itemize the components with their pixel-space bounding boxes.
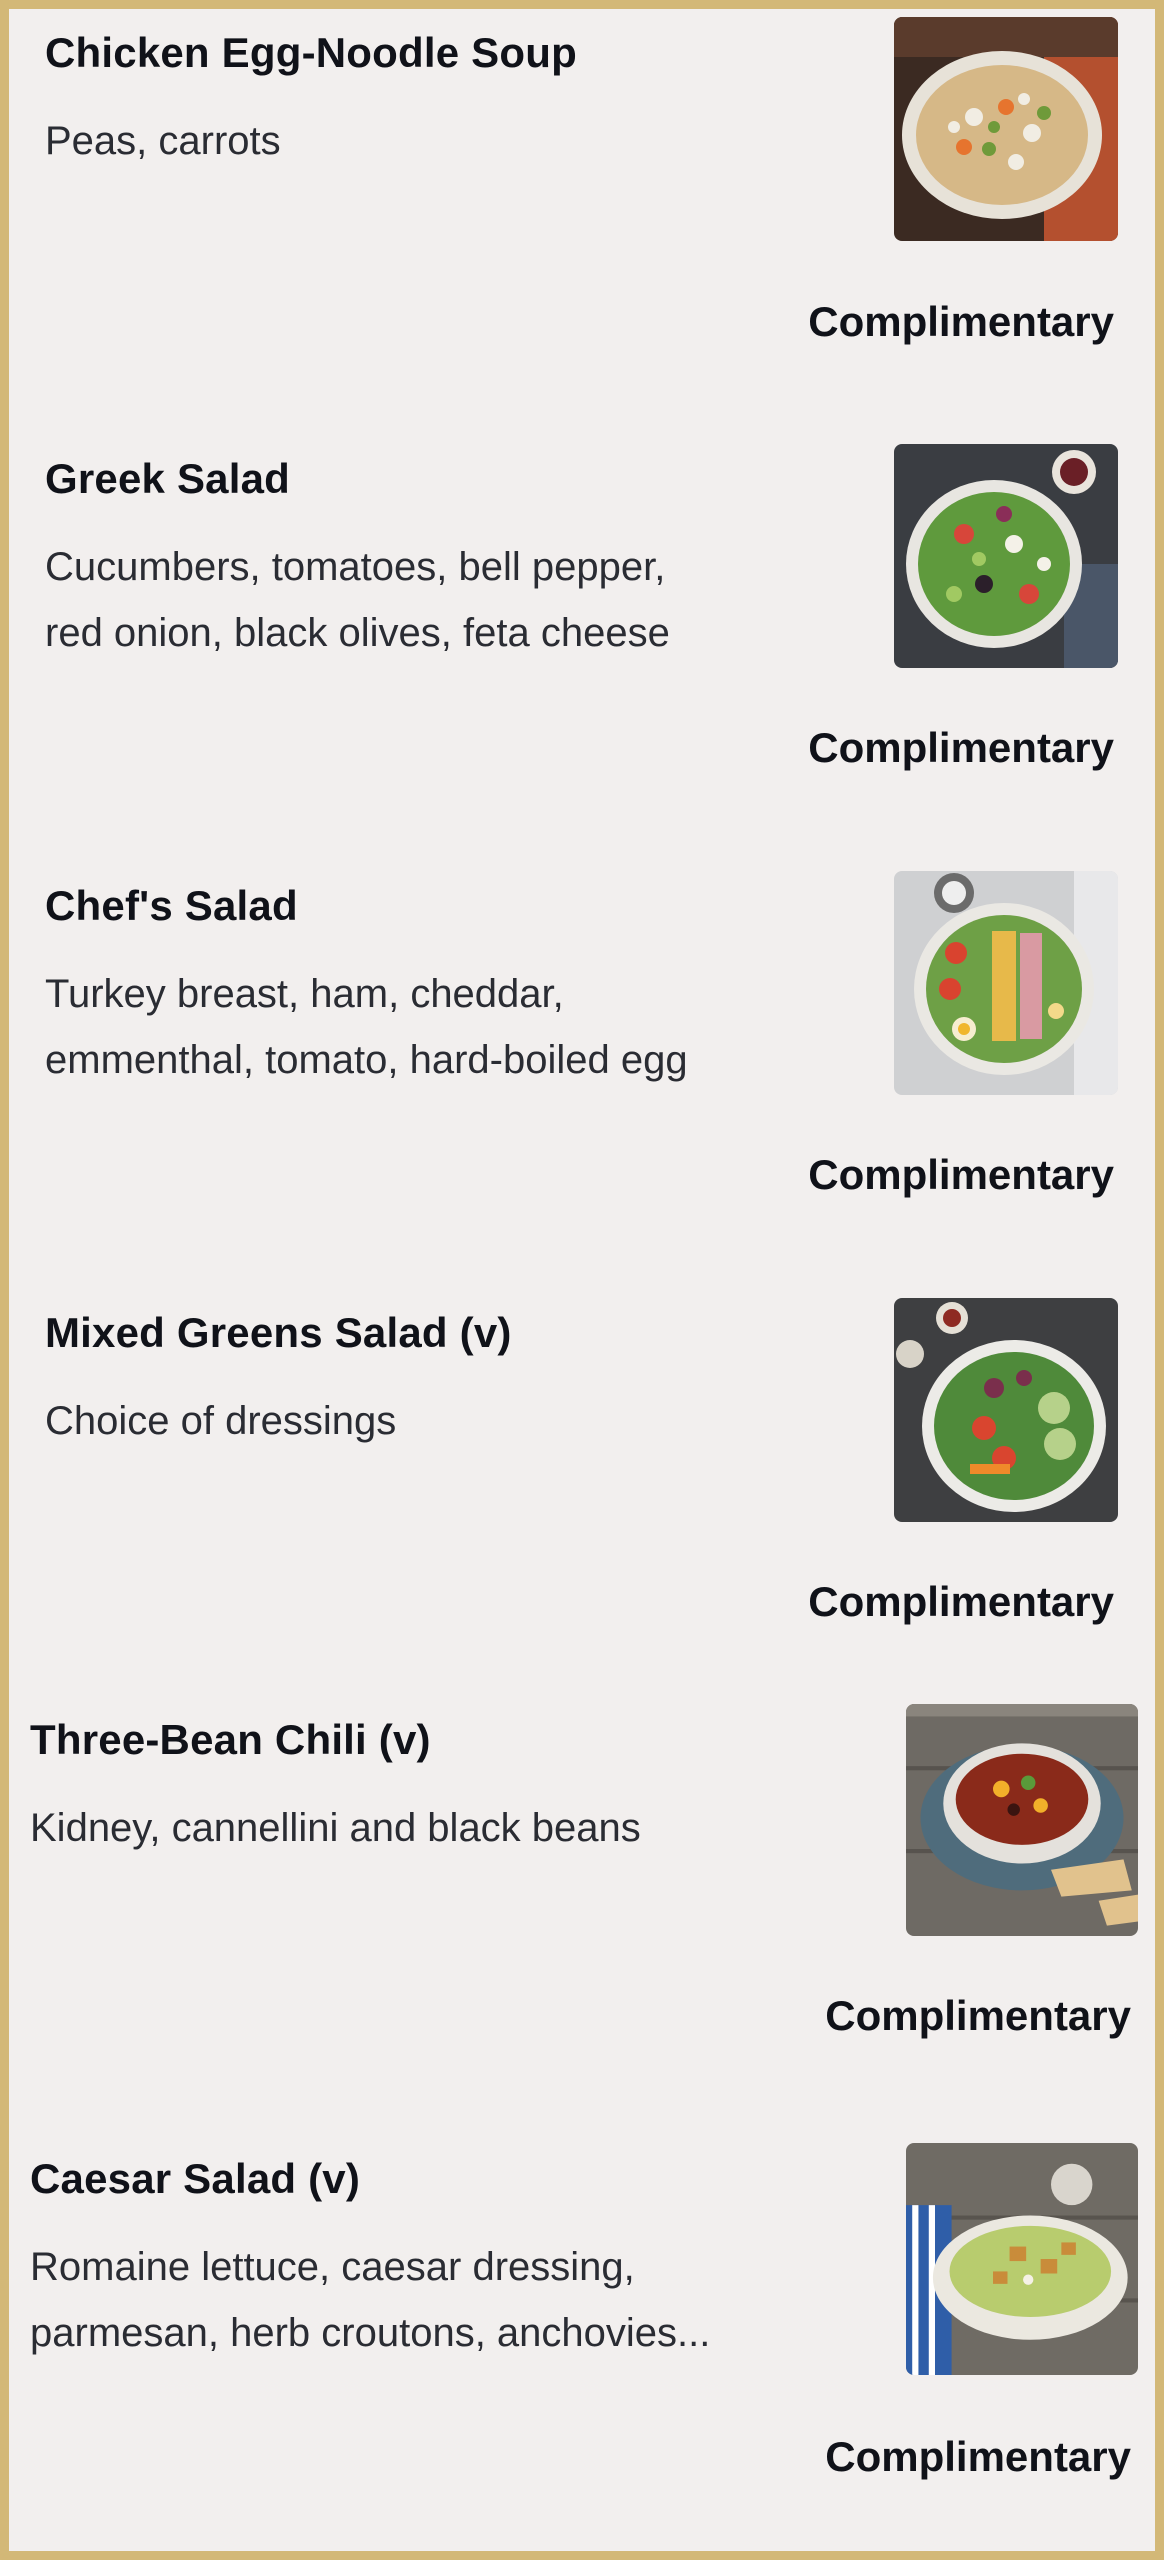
chefs-salad-photo[interactable]	[894, 871, 1118, 1095]
chefs-salad-image	[894, 871, 1118, 1095]
item-description-line: Cucumbers, tomatoes, bell pepper,	[45, 545, 666, 589]
menu-item-chicken-egg-noodle-soup[interactable]: Chicken Egg-Noodle Soup Peas, carrots Co…	[0, 0, 1164, 420]
three-bean-chili-photo[interactable]	[906, 1704, 1138, 1936]
caesar-salad-photo[interactable]	[906, 2143, 1138, 2375]
item-price: Complimentary	[808, 1578, 1114, 1625]
item-description-line: Kidney, cannellini and black beans	[30, 1806, 641, 1850]
menu-item-caesar-salad[interactable]: Caesar Salad (v) Romaine lettuce, caesar…	[0, 2130, 1164, 2550]
item-price: Complimentary	[808, 298, 1114, 345]
item-description: Cucumbers, tomatoes, bell pepper, red on…	[45, 534, 835, 666]
item-description-line: parmesan, herb croutons, anchovies...	[30, 2311, 711, 2355]
item-price: Complimentary	[808, 724, 1114, 771]
item-description-line: red onion, black olives, feta cheese	[45, 611, 670, 655]
menu-list: Chicken Egg-Noodle Soup Peas, carrots Co…	[0, 0, 1164, 2560]
item-description: Romaine lettuce, caesar dressing, parmes…	[30, 2234, 820, 2366]
item-price: Complimentary	[808, 1151, 1114, 1198]
item-description: Peas, carrots	[45, 108, 835, 174]
item-price: Complimentary	[825, 1992, 1131, 2039]
mixed-greens-salad-photo[interactable]	[894, 1298, 1118, 1522]
item-description-line: Peas, carrots	[45, 119, 281, 163]
item-title: Chicken Egg-Noodle Soup	[45, 29, 577, 76]
mixed-greens-salad-image	[894, 1298, 1118, 1522]
item-title: Greek Salad	[45, 455, 291, 502]
item-price: Complimentary	[825, 2433, 1131, 2480]
menu-item-greek-salad[interactable]: Greek Salad Cucumbers, tomatoes, bell pe…	[0, 427, 1164, 847]
item-description-line: emmenthal, tomato, hard-boiled egg	[45, 1038, 688, 1082]
three-bean-chili-image	[906, 1704, 1138, 1936]
menu-item-three-bean-chili[interactable]: Three-Bean Chili (v) Kidney, cannellini …	[0, 1690, 1164, 2110]
item-description: Turkey breast, ham, cheddar, emmenthal, …	[45, 961, 835, 1093]
item-description-line: Turkey breast, ham, cheddar,	[45, 972, 564, 1016]
item-description-line: Romaine lettuce, caesar dressing,	[30, 2245, 635, 2289]
item-description: Choice of dressings	[45, 1388, 835, 1454]
soup-bowl-image	[894, 17, 1118, 241]
item-title: Three-Bean Chili (v)	[30, 1716, 431, 1763]
greek-salad-image	[894, 444, 1118, 668]
item-title: Caesar Salad (v)	[30, 2155, 361, 2202]
item-title: Mixed Greens Salad (v)	[45, 1309, 512, 1356]
caesar-salad-image	[906, 2143, 1138, 2375]
menu-item-chefs-salad[interactable]: Chef's Salad Turkey breast, ham, cheddar…	[0, 854, 1164, 1274]
item-title: Chef's Salad	[45, 882, 298, 929]
chicken-egg-noodle-soup-photo[interactable]	[894, 17, 1118, 241]
greek-salad-photo[interactable]	[894, 444, 1118, 668]
menu-item-mixed-greens-salad[interactable]: Mixed Greens Salad (v) Choice of dressin…	[0, 1281, 1164, 1701]
item-description-line: Choice of dressings	[45, 1399, 397, 1443]
item-description: Kidney, cannellini and black beans	[30, 1795, 820, 1861]
